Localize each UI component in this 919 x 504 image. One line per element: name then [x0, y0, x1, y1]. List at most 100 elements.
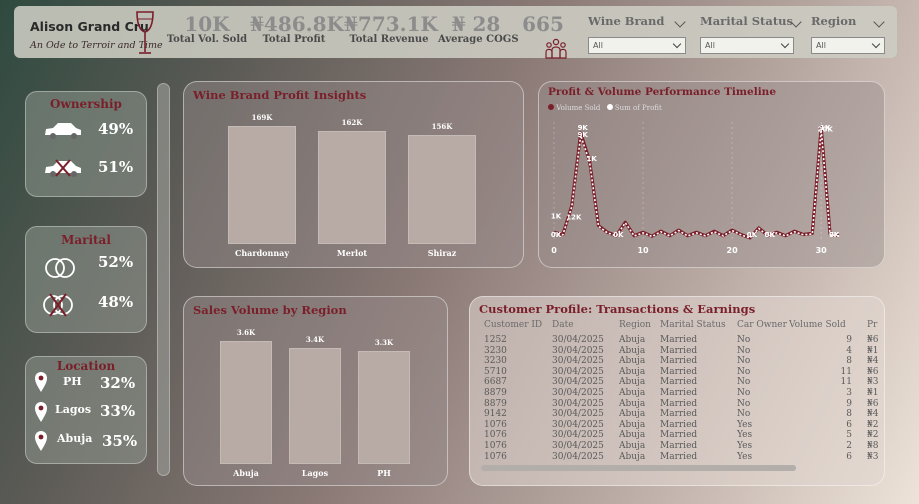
table-cell: Married: [660, 398, 698, 409]
x-tick-label: 10: [637, 246, 649, 255]
series-line-volume-sold[interactable]: [553, 126, 840, 240]
table-cell: Yes: [737, 419, 753, 430]
table-cell: Abuja: [619, 356, 646, 367]
table-cell: ₦4: [867, 409, 879, 420]
table-cell: Married: [660, 388, 698, 398]
kpi-customer-count: 665: [520, 12, 566, 36]
map-pin-icon: [35, 402, 47, 422]
kpi-value: ₦ 28: [451, 12, 501, 36]
point-annotation: 20K: [818, 126, 834, 134]
table-cell: 3230: [484, 356, 507, 367]
point-annotation: 5K: [765, 231, 776, 239]
table-column-header[interactable]: Pr: [867, 320, 877, 330]
slicer-region[interactable]: Region All: [811, 14, 887, 54]
table-cell: Abuja: [619, 366, 646, 377]
table-cell: Married: [660, 356, 698, 367]
table-cell: 6: [846, 451, 852, 462]
x-tick-label: 30: [816, 246, 828, 255]
bar-merlot[interactable]: [318, 130, 386, 244]
table-column-header[interactable]: Customer ID: [484, 320, 542, 330]
table-cell: 30/04/2025: [552, 430, 604, 441]
table-cell: Abuja: [619, 409, 646, 420]
kpi-label: Total Profit: [262, 34, 326, 45]
table-column-header[interactable]: Date: [552, 320, 574, 330]
table-cell: 30/04/2025: [552, 419, 604, 430]
ownership-card: Ownership 49% 51%: [25, 91, 147, 197]
table-cell: 30/04/2025: [552, 409, 604, 420]
marital-card: Marital 52% 48%: [25, 226, 147, 333]
table-cell: Married: [660, 366, 698, 377]
table-cell: ₦1: [867, 345, 879, 356]
header-bar: Alison Grand Cru An Ode to Terroir and T…: [14, 6, 897, 59]
table-cell: Married: [660, 345, 698, 356]
table-cell: ₦2: [867, 430, 879, 441]
map-pin-icon: [35, 431, 47, 451]
table-cell: ₦3: [867, 451, 879, 462]
kpi-label: Average COGS: [438, 34, 519, 45]
bar-lagos[interactable]: [289, 347, 341, 464]
point-annotation: 1K: [551, 212, 562, 220]
scrollbar-thumb[interactable]: [481, 465, 796, 471]
marital-status-dropdown[interactable]: All: [700, 37, 794, 54]
slicer-marital-status[interactable]: Marital Status All: [700, 14, 802, 54]
table-cell: 30/04/2025: [552, 441, 604, 451]
table-cell: 30/04/2025: [552, 451, 604, 462]
location-label-abuja: Abuja: [57, 432, 93, 445]
table-cell: 3230: [484, 345, 507, 356]
dropdown-arrow-icon: [780, 39, 790, 49]
bar-category-label: Chardonnay: [235, 248, 289, 258]
bar-category-label: Abuja: [233, 468, 259, 478]
table-cell: 5: [846, 430, 852, 441]
bar-data-label: 156K: [431, 122, 453, 132]
map-pin-icon: [35, 372, 47, 392]
bar-category-label: Merlot: [336, 248, 368, 258]
bar-abuja[interactable]: [220, 341, 272, 464]
location-card: Location PH 32% Lagos 33% Abuja 35%: [25, 356, 147, 464]
table-cell: 8: [846, 409, 852, 420]
kpi-label: Total Vol. Sold: [166, 34, 248, 45]
bar-chardonnay[interactable]: [228, 126, 296, 244]
table-cell: No: [737, 356, 751, 367]
bar-shiraz[interactable]: [408, 135, 476, 244]
x-tick-label: 0: [551, 246, 557, 255]
table-cell: Abuja: [619, 441, 646, 451]
table-cell: No: [737, 345, 751, 356]
table-column-header[interactable]: Region: [619, 320, 651, 330]
table-cell: No: [737, 398, 751, 409]
table-cell: Abuja: [619, 451, 646, 462]
kpi-value: 10K: [184, 12, 230, 36]
location-label-lagos: Lagos: [55, 403, 92, 416]
dropdown-value: All: [593, 41, 603, 50]
table-cell: 8: [846, 356, 852, 367]
timeline-panel: Profit & Volume Performance Timeline Vol…: [538, 81, 885, 268]
wine-brand-dropdown[interactable]: All: [588, 37, 686, 54]
bar-data-label: 3.6K: [236, 328, 256, 337]
region-dropdown[interactable]: All: [811, 37, 885, 54]
wine-glass-icon: [136, 11, 154, 54]
bar-category-label: PH: [377, 468, 391, 478]
horizontal-scrollbar[interactable]: [481, 465, 796, 471]
table-cell: Married: [660, 335, 698, 345]
panel-title: Wine Brand Profit Insights: [193, 88, 367, 102]
table-cell: 30/04/2025: [552, 377, 604, 388]
table-cell: 1252: [484, 335, 507, 345]
table-cell: 6: [846, 419, 852, 430]
slicer-wine-brand[interactable]: Wine Brand All: [588, 14, 688, 54]
location-pct-abuja: 35%: [102, 432, 138, 450]
table-column-header[interactable]: Car Owner: [737, 320, 787, 330]
ownership-title: Ownership: [50, 97, 122, 111]
people-group-icon: [545, 38, 567, 59]
location-pct-lagos: 33%: [100, 402, 136, 420]
table-cell: 9: [846, 335, 852, 345]
table-cell: 30/04/2025: [552, 345, 604, 356]
panel-title: Customer Profile: Transactions & Earning…: [479, 302, 756, 316]
table-cell: 1076: [484, 430, 507, 441]
timeline-chart: 0 10 20 301K9K9K1K12K0K 0K1K20K0K 0K5K 0K7K: [551, 122, 840, 255]
table-cell: No: [737, 366, 751, 377]
vertical-divider-scrollbar[interactable]: [157, 83, 170, 476]
table-cell: 9: [846, 398, 852, 409]
table-column-header[interactable]: Volume Sold: [789, 320, 846, 330]
table-cell: Married: [660, 377, 698, 388]
bar-ph[interactable]: [358, 351, 410, 464]
table-column-header[interactable]: Marital Status: [660, 320, 726, 330]
